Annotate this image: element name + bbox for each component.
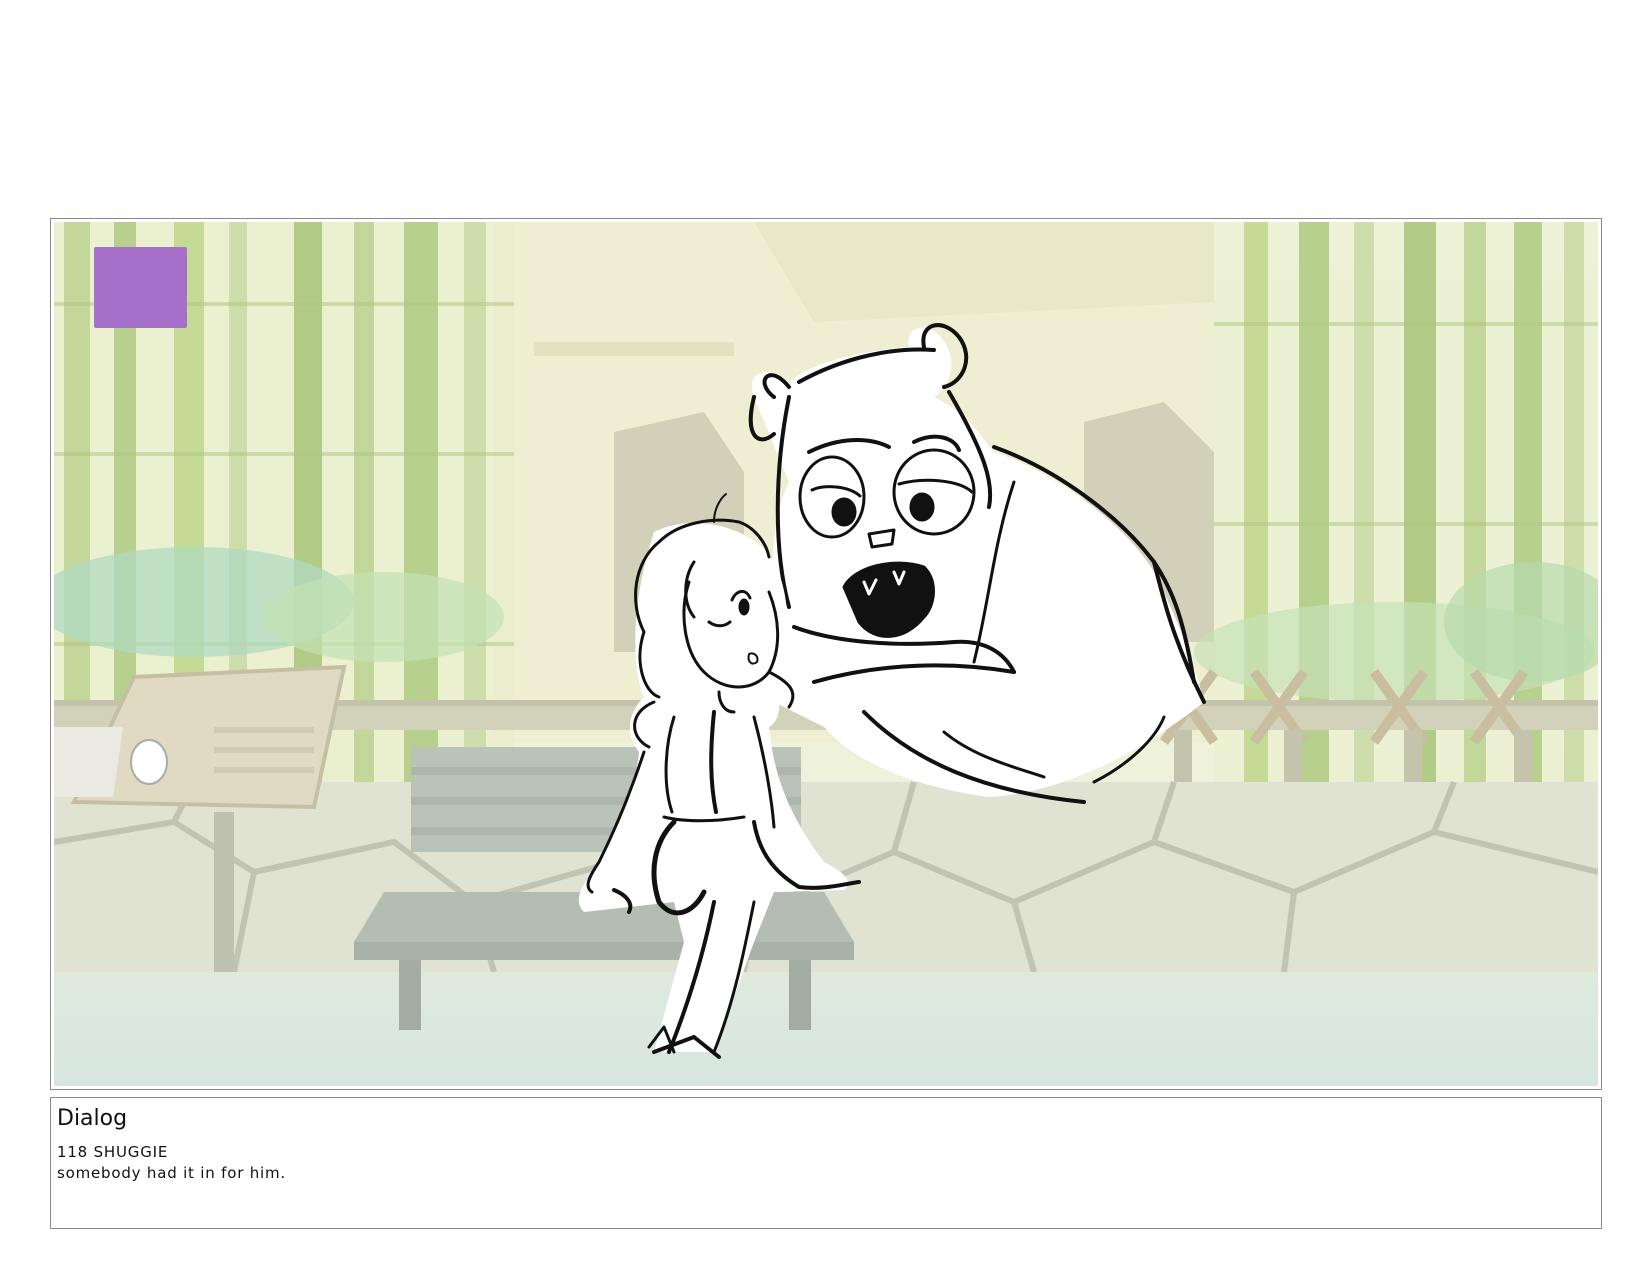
storyboard-drawing — [54, 222, 1598, 1086]
panel-color-marker — [94, 247, 187, 328]
dialog-line-text: somebody had it in for him. — [57, 1163, 286, 1182]
dialog-box: Dialog 118 SHUGGIE somebody had it in fo… — [50, 1097, 1602, 1229]
dialog-heading: Dialog — [57, 1106, 128, 1131]
panel-artwork — [54, 222, 1598, 1086]
storyboard-panel — [50, 218, 1602, 1090]
dialog-line-speaker: 118 SHUGGIE — [57, 1143, 169, 1162]
